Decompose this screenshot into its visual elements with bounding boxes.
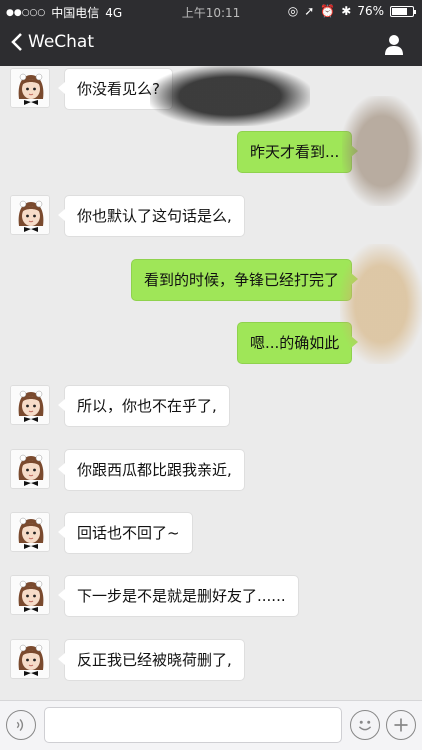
nav-bar: WeChat bbox=[0, 22, 422, 66]
lock-rotation-icon: ◎ bbox=[287, 4, 299, 18]
message-bubble[interactable]: 昨天才看到... bbox=[237, 131, 359, 173]
message-input[interactable] bbox=[44, 707, 342, 743]
battery-fill bbox=[392, 7, 408, 15]
status-bar: ●●○○○ 中国电信 4G 上午10:11 ◎ ➚ ⏰ ✱ 76% bbox=[0, 0, 422, 22]
avatar[interactable] bbox=[10, 512, 50, 552]
message-row-incoming: 你跟西瓜都比跟我亲近, bbox=[0, 447, 422, 503]
message-bubble[interactable]: 下一步是不是就是删好友了...... bbox=[58, 575, 299, 617]
message-row-outgoing: 昨天才看到... bbox=[0, 129, 422, 185]
person-icon[interactable] bbox=[382, 32, 406, 56]
avatar[interactable] bbox=[10, 385, 50, 425]
battery-icon bbox=[390, 5, 416, 17]
message-bubble[interactable]: 你没看见么? bbox=[58, 68, 173, 110]
message-bubble[interactable]: 你也默认了这句话是么, bbox=[58, 195, 245, 237]
message-row-incoming: 反正我已经被晓荷删了, bbox=[0, 637, 422, 693]
message-bubble[interactable]: 反正我已经被晓荷删了, bbox=[58, 639, 245, 681]
avatar[interactable] bbox=[10, 575, 50, 615]
location-icon: ➚ bbox=[304, 4, 315, 18]
message-row-incoming: 回话也不回了~ bbox=[0, 510, 422, 566]
message-bubble[interactable]: 嗯...的确如此 bbox=[237, 322, 359, 364]
alarm-icon: ⏰ bbox=[320, 4, 336, 18]
message-row-incoming: 你也默认了这句话是么, bbox=[0, 193, 422, 249]
chevron-left-icon bbox=[11, 33, 22, 51]
avatar[interactable] bbox=[10, 195, 50, 235]
avatar[interactable] bbox=[10, 68, 50, 108]
message-bubble[interactable]: 所以，你也不在乎了, bbox=[58, 385, 230, 427]
message-bubble[interactable]: 看到的时候，争锋已经打完了 bbox=[131, 259, 359, 301]
plus-icon[interactable] bbox=[386, 710, 416, 740]
voice-icon[interactable] bbox=[6, 710, 36, 740]
avatar[interactable] bbox=[10, 639, 50, 679]
message-row-outgoing: 嗯...的确如此 bbox=[0, 320, 422, 376]
message-row-incoming: 你没看见么? bbox=[0, 66, 422, 122]
message-row-outgoing: 看到的时候，争锋已经打完了 bbox=[0, 257, 422, 313]
message-row-incoming: 所以，你也不在乎了, bbox=[0, 383, 422, 439]
back-button[interactable]: WeChat bbox=[10, 32, 94, 52]
back-label: WeChat bbox=[28, 32, 94, 52]
message-bubble[interactable]: 你跟西瓜都比跟我亲近, bbox=[58, 449, 245, 491]
avatar[interactable] bbox=[10, 449, 50, 489]
message-row-incoming: 下一步是不是就是删好友了...... bbox=[0, 573, 422, 629]
status-right: ◎ ➚ ⏰ ✱ 76% bbox=[287, 4, 416, 18]
message-bubble[interactable]: 回话也不回了~ bbox=[58, 512, 193, 554]
bluetooth-icon: ✱ bbox=[341, 4, 352, 18]
battery-percent: 76% bbox=[357, 4, 384, 18]
emoji-icon[interactable] bbox=[350, 710, 380, 740]
chat-area[interactable]: 你没看见么? 昨天才看到... 你也默认了这句话是么, 看到的时候，争锋已经打完了嗯… bbox=[0, 66, 422, 700]
input-bar bbox=[0, 700, 422, 750]
